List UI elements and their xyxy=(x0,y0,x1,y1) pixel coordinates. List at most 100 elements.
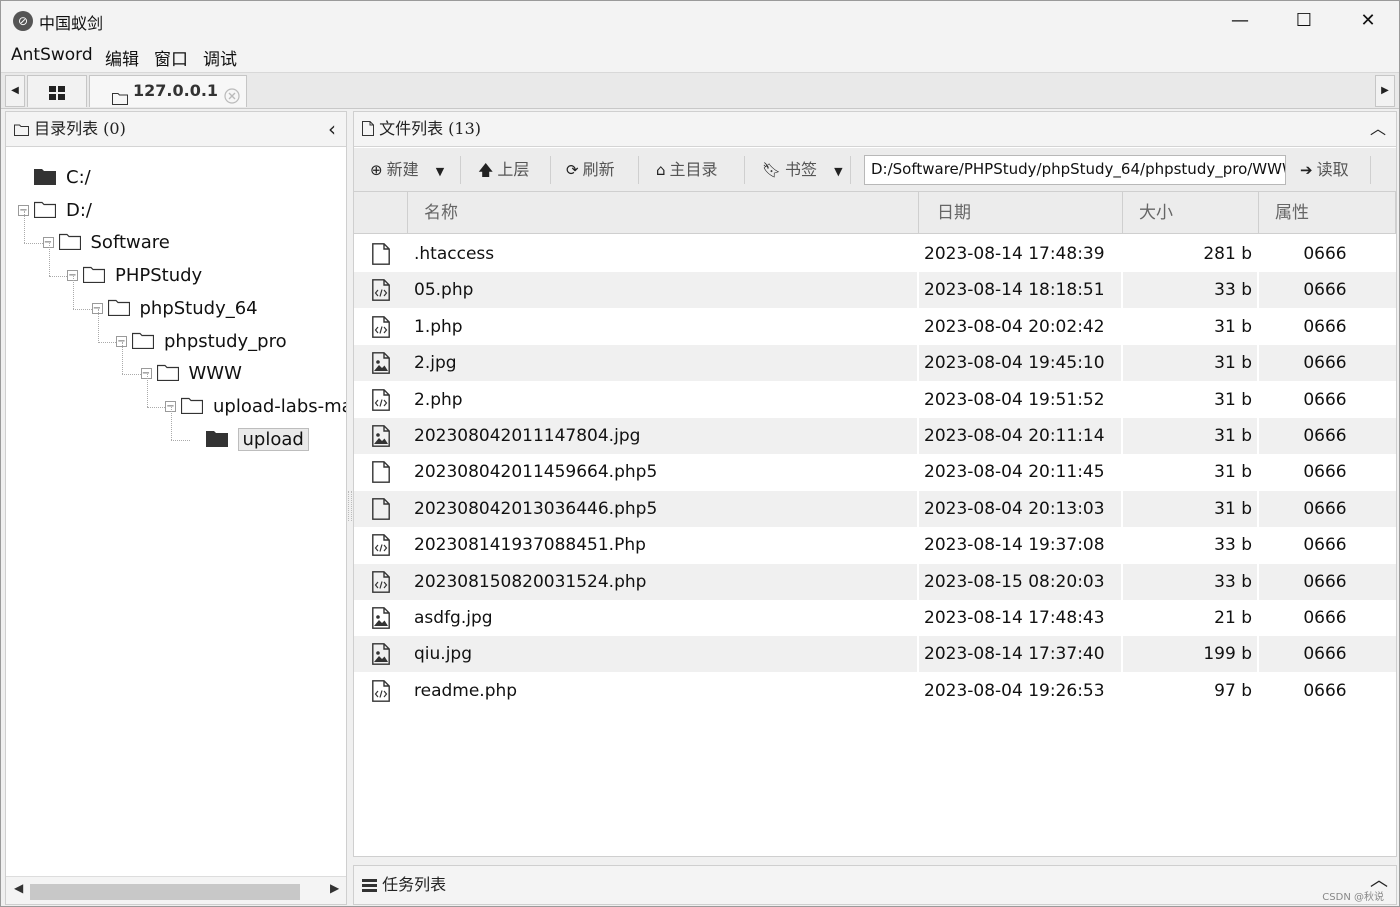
file-size: 31 b xyxy=(1214,462,1252,483)
file-size: 31 b xyxy=(1214,389,1252,410)
tree-connector xyxy=(73,308,92,310)
title-bar: ⊘ 中国蚁剑 — ☐ ✕ xyxy=(1,1,1399,41)
tab-scroll-right-icon[interactable]: ▶ xyxy=(1375,75,1395,107)
file-attr: 0666 xyxy=(1303,316,1347,337)
column-separator xyxy=(917,490,919,527)
file-attr: 0666 xyxy=(1303,571,1347,592)
file-size: 281 b xyxy=(1203,244,1252,264)
column-separator xyxy=(917,563,919,600)
tree-node[interactable]: WWW xyxy=(156,360,242,388)
tree-node[interactable]: D:/ xyxy=(33,197,92,225)
column-separator xyxy=(1257,527,1259,564)
tree-node-label: phpStudy_64 xyxy=(139,297,258,319)
folder-filled-icon xyxy=(34,166,58,185)
file-date: 2023-08-04 19:45:10 xyxy=(924,353,1105,374)
directory-panel: 目录列表 (0) ‹ C:/− D:/− Software − PHPStudy − php… xyxy=(5,111,347,905)
tree-node[interactable]: C:/ xyxy=(34,164,91,192)
file-row[interactable]: .htaccess 2023-08-14 17:48:39 281 b 0666 xyxy=(354,236,1396,272)
menu-bar: AntSword 编辑 窗口 调试 xyxy=(1,41,1399,73)
bookmark-button[interactable]: 🔖︎ 书签 ▼ xyxy=(762,156,843,184)
file-date: 2023-08-14 19:37:08 xyxy=(924,535,1105,556)
scrollbar-thumb[interactable] xyxy=(30,884,300,900)
column-header-name[interactable]: 名称 xyxy=(408,192,919,234)
column-separator xyxy=(917,600,919,636)
column-header-attr[interactable]: 属性 xyxy=(1259,192,1396,234)
file-row[interactable]: 05.php 2023-08-14 18:18:51 33 b 0666 xyxy=(354,272,1396,309)
file-attr: 0666 xyxy=(1303,426,1347,446)
column-separator xyxy=(1257,345,1259,382)
home-button[interactable]: ⌂ 主目录 xyxy=(656,156,718,184)
arrow-right-icon: ➔ xyxy=(1300,161,1313,179)
file-row[interactable]: 202308150820031524.php 2023-08-15 08:20:0… xyxy=(354,563,1396,600)
path-input[interactable]: D:/Software/PHPStudy/phpStudy_64/phpstud… xyxy=(864,155,1286,185)
file-row[interactable]: 202308141937088451.Php 2023-08-14 19:37:0… xyxy=(354,527,1396,564)
read-button[interactable]: ➔ 读取 xyxy=(1300,156,1349,184)
refresh-icon: ⟳ xyxy=(566,161,579,179)
scroll-right-icon[interactable]: ▶ xyxy=(330,881,339,895)
tab-127-0-0-1[interactable]: 127.0.0.1 xyxy=(89,75,247,107)
file-row[interactable]: 2.php 2023-08-04 19:51:52 31 b 0666 xyxy=(354,381,1396,418)
tree-connector xyxy=(146,374,148,407)
tree-connector xyxy=(97,308,99,342)
file-size: 33 b xyxy=(1214,280,1252,301)
task-panel-header: 任务列表 xyxy=(362,866,446,904)
tree-node[interactable]: phpStudy_64 xyxy=(107,295,258,323)
column-separator xyxy=(917,345,919,382)
file-row[interactable]: 202308042011459664.php5 2023-08-04 20:11:… xyxy=(354,454,1396,491)
tree-connector xyxy=(171,406,172,440)
close-circle-icon[interactable] xyxy=(224,84,240,114)
maximize-button[interactable]: ☐ xyxy=(1273,1,1335,41)
file-row[interactable]: readme.php 2023-08-04 19:26:53 97 b 0666 xyxy=(354,672,1396,709)
tree-node[interactable]: upload-labs-mast xyxy=(180,393,346,421)
minimize-button[interactable]: — xyxy=(1209,1,1271,41)
tree-connector xyxy=(146,406,165,408)
folder-icon xyxy=(131,330,156,349)
tree-connector xyxy=(24,210,25,244)
column-separator xyxy=(917,636,919,673)
tree-node[interactable]: upload xyxy=(205,426,309,454)
file-attr: 0666 xyxy=(1303,389,1347,410)
column-header-date[interactable]: 日期 xyxy=(919,192,1123,234)
file-name: 1.php xyxy=(414,316,463,337)
refresh-button[interactable]: ⟳ 刷新 xyxy=(566,156,615,184)
file-row[interactable]: asdfg.jpg 2023-08-14 17:48:43 21 b 0666 xyxy=(354,600,1396,636)
file-row[interactable]: 2.jpg 2023-08-04 19:45:10 31 b 0666 xyxy=(354,345,1396,382)
tab-home[interactable] xyxy=(27,75,87,107)
file-attr: 0666 xyxy=(1303,535,1347,556)
menu-window[interactable]: 窗口 xyxy=(154,45,188,70)
file-name: 202308141937088451.Php xyxy=(414,535,646,556)
file-size: 199 b xyxy=(1203,644,1252,665)
panel-splitter[interactable] xyxy=(348,491,352,521)
tree-node[interactable]: Software xyxy=(58,229,170,257)
tab-scroll-left-icon[interactable]: ◀ xyxy=(5,75,25,107)
menu-antsword[interactable]: AntSword xyxy=(11,45,93,65)
chevron-up-icon[interactable]: ︿ xyxy=(1370,112,1386,146)
column-header-size[interactable]: 大小 xyxy=(1123,192,1259,234)
new-button[interactable]: ⊕ 新建 ▼ xyxy=(370,156,444,184)
file-size: 31 b xyxy=(1214,316,1252,337)
watermark: CSDN @秋说 xyxy=(1322,892,1384,903)
file-row[interactable]: 1.php 2023-08-04 20:02:42 31 b 0666 xyxy=(354,308,1396,345)
column-separator xyxy=(1257,636,1259,673)
file-name: qiu.jpg xyxy=(414,644,472,665)
file-name: 202308042011147804.jpg xyxy=(414,426,641,446)
file-row[interactable]: qiu.jpg 2023-08-14 17:37:40 199 b 0666 xyxy=(354,636,1396,673)
scroll-left-icon[interactable]: ◀ xyxy=(14,881,23,895)
file-row[interactable]: 202308042011147804.jpg 2023-08-04 20:11:1… xyxy=(354,418,1396,454)
file-name: readme.php xyxy=(414,680,518,701)
tree-node-label: Software xyxy=(90,232,170,254)
chevron-left-icon[interactable]: ‹ xyxy=(328,112,336,146)
column-separator xyxy=(1257,563,1259,600)
tree-node[interactable]: phpstudy_pro xyxy=(131,328,287,356)
menu-edit[interactable]: 编辑 xyxy=(105,45,139,70)
horizontal-scrollbar[interactable]: ◀ ▶ xyxy=(6,876,346,904)
column-separator xyxy=(1121,272,1123,309)
close-button[interactable]: ✕ xyxy=(1337,1,1399,41)
tree-node[interactable]: PHPStudy xyxy=(82,262,202,290)
tree-node-label: upload xyxy=(237,427,309,451)
file-size: 33 b xyxy=(1214,571,1252,592)
up-button[interactable]: 🡅 上层 xyxy=(478,156,529,184)
file-row[interactable]: 202308042013036446.php5 2023-08-04 20:13:… xyxy=(354,490,1396,527)
file-name: .htaccess xyxy=(414,244,495,264)
menu-debug[interactable]: 调试 xyxy=(203,45,237,70)
